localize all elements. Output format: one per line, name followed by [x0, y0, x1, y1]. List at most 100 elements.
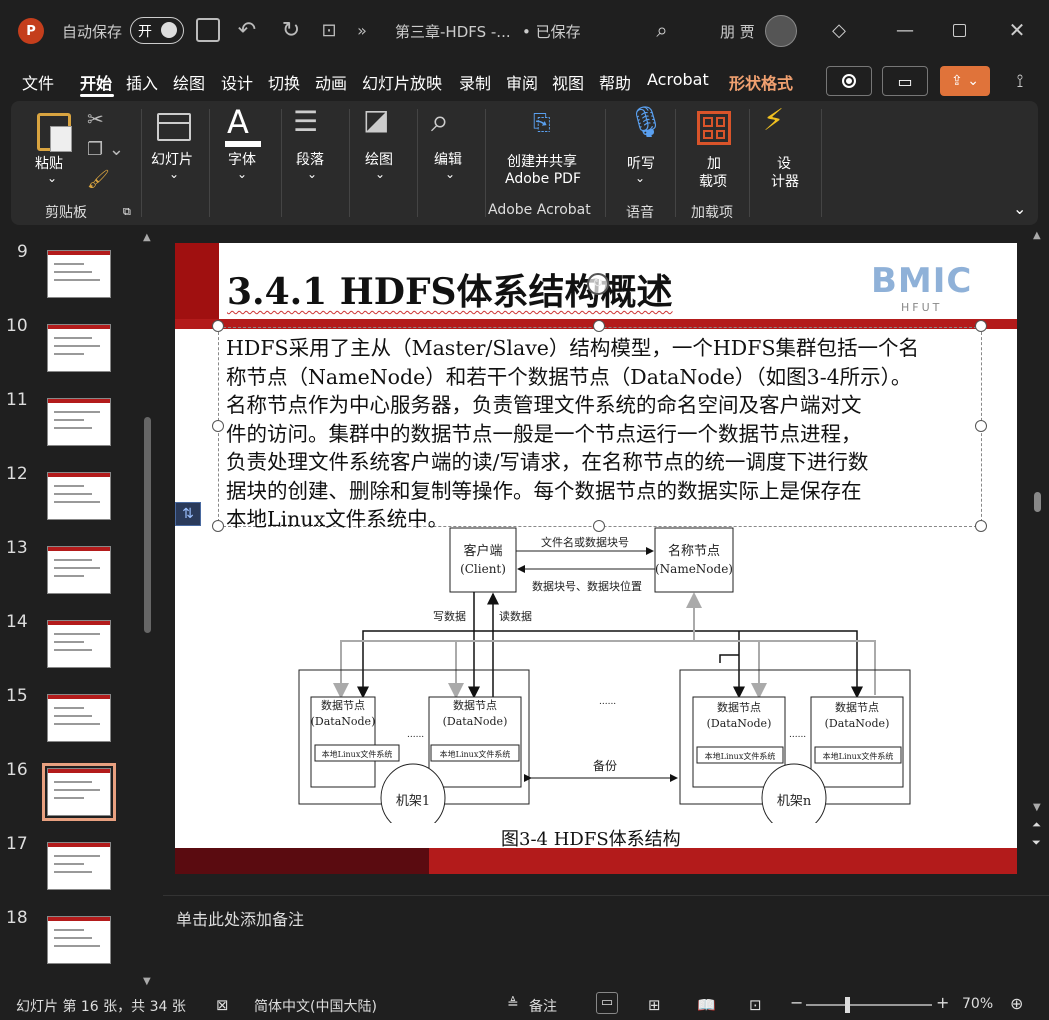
slide-thumbnail[interactable] [47, 546, 111, 594]
slide-scrollbar[interactable]: ▲ ▼ ⏶ ⏷ [1030, 230, 1046, 870]
create-share-label[interactable]: 创建并共享 [507, 151, 577, 171]
normal-view-icon[interactable]: ▭ [596, 992, 618, 1014]
tab-draw[interactable]: 绘图 [173, 70, 205, 94]
tab-transitions[interactable]: 切换 [268, 70, 300, 94]
slide-sorter-icon[interactable]: ⊞ [648, 996, 661, 1014]
scroll-up-icon[interactable]: ▲ [143, 232, 151, 243]
search-icon[interactable]: ⌕ [431, 101, 449, 140]
slide-thumbnail[interactable] [42, 763, 116, 821]
search-icon[interactable]: ⌕ [648, 16, 676, 44]
reading-view-icon[interactable]: 📖 [697, 996, 716, 1014]
document-title[interactable]: 第三章-HDFS -... [395, 21, 511, 42]
paste-icon[interactable] [37, 113, 72, 152]
avatar[interactable] [765, 15, 797, 47]
user-name[interactable]: 朋 贾 [720, 21, 755, 42]
slide-thumbnail[interactable] [47, 324, 111, 372]
addins-icon[interactable] [697, 111, 731, 145]
notes-pane[interactable]: 单击此处添加备注 [163, 895, 1049, 990]
close-icon[interactable]: ✕ [1000, 15, 1034, 45]
body-text[interactable]: HDFS采用了主从（Master/Slave）结构模型，一个HDFS集群包括一个… [226, 334, 986, 534]
microphone-icon[interactable]: 🎙 [627, 105, 665, 140]
record-button[interactable] [826, 66, 872, 96]
thumbnails-scrollbar[interactable]: ▲ ▼ [141, 232, 155, 990]
slides-label[interactable]: 幻灯片 [151, 149, 193, 169]
format-painter-icon[interactable]: 🖌 [87, 169, 110, 190]
slide-thumbnail[interactable] [47, 250, 111, 298]
present-icon[interactable]: ⊡ [314, 15, 344, 45]
drawing-dropdown-icon[interactable]: ⌄ [375, 167, 385, 181]
tab-file[interactable]: 文件 [22, 70, 54, 94]
resize-handle[interactable] [593, 320, 605, 332]
editing-label[interactable]: 编辑 [434, 149, 462, 169]
scroll-thumb[interactable] [144, 417, 151, 633]
drawing-icon[interactable]: ◪ [363, 103, 389, 136]
tab-home[interactable]: 开始 [80, 70, 112, 94]
designer-icon[interactable]: ⚡ [763, 103, 784, 138]
slide-thumbnail[interactable] [47, 916, 111, 964]
resize-handle[interactable] [975, 320, 987, 332]
zoom-out-icon[interactable]: − [790, 993, 803, 1012]
minimize-icon[interactable]: — [890, 17, 920, 43]
scroll-down-icon[interactable]: ▼ [1033, 802, 1041, 813]
tab-help[interactable]: 帮助 [599, 70, 631, 94]
copy-icon[interactable]: ❐ ⌄ [87, 139, 124, 160]
rotate-handle-icon[interactable]: ↻ [587, 273, 609, 295]
adobe-pdf-icon[interactable]: ⎘ [533, 111, 551, 136]
scroll-up-icon[interactable]: ▲ [1033, 230, 1041, 241]
cut-icon[interactable]: ✂ [87, 107, 104, 131]
save-icon[interactable] [196, 18, 220, 42]
undo-icon[interactable]: ↶ [232, 15, 262, 45]
zoom-slider-thumb[interactable] [845, 997, 850, 1013]
slide-thumbnail[interactable] [47, 620, 111, 668]
scroll-thumb[interactable] [1034, 492, 1041, 512]
notes-icon[interactable]: ≜ [507, 996, 519, 1012]
slide-canvas[interactable]: 3.4.1 HDFS体系结构概述 ↻ BMIC HFUT HDFS采用了主从（M… [175, 243, 1017, 874]
maximize-icon[interactable] [944, 17, 974, 43]
paragraph-dropdown-icon[interactable]: ⌄ [307, 167, 317, 181]
tab-view[interactable]: 视图 [552, 70, 584, 94]
font-icon[interactable]: A [227, 103, 249, 141]
fit-to-window-icon[interactable]: ⊕ [1010, 994, 1023, 1013]
scroll-down-icon[interactable]: ▼ [143, 976, 151, 987]
designer-label-2[interactable]: 计器 [771, 171, 799, 191]
language-indicator[interactable]: 简体中文(中国大陆) [254, 996, 377, 1016]
accessibility-icon[interactable]: ⊠ [216, 996, 229, 1014]
dictate-label[interactable]: 听写 [627, 153, 655, 173]
tab-insert[interactable]: 插入 [126, 70, 158, 94]
drawing-label[interactable]: 绘图 [365, 149, 393, 169]
tab-animations[interactable]: 动画 [315, 70, 347, 94]
tab-design[interactable]: 设计 [221, 70, 253, 94]
paragraph-icon[interactable]: ☰ [293, 105, 318, 138]
tab-record[interactable]: 录制 [459, 70, 491, 94]
tab-slideshow[interactable]: 幻灯片放映 [362, 70, 442, 94]
create-share-label-2[interactable]: Adobe PDF [505, 171, 581, 187]
premium-diamond-icon[interactable]: ◇ [826, 17, 852, 43]
slide-thumbnail[interactable] [47, 472, 111, 520]
dictate-dropdown-icon[interactable]: ⌄ [635, 171, 645, 185]
zoom-in-icon[interactable]: + [936, 993, 949, 1012]
font-label[interactable]: 字体 [228, 149, 256, 169]
slides-dropdown-icon[interactable]: ⌄ [169, 167, 179, 181]
addins-label-2[interactable]: 载项 [699, 171, 727, 191]
comments-button[interactable]: ▭ [882, 66, 928, 96]
paragraph-label[interactable]: 段落 [296, 149, 324, 169]
notes-button[interactable]: 备注 [529, 996, 557, 1016]
next-slide-icon[interactable]: ⏷ [1032, 836, 1041, 850]
paste-label[interactable]: 粘贴 [35, 153, 63, 173]
tab-acrobat[interactable]: Acrobat [647, 70, 709, 89]
tab-shape-format[interactable]: 形状格式 [729, 70, 793, 94]
font-dropdown-icon[interactable]: ⌄ [237, 167, 247, 181]
designer-label[interactable]: 设 [777, 153, 791, 173]
redo-icon[interactable]: ↻ [276, 15, 306, 45]
slide-thumbnail[interactable] [47, 694, 111, 742]
slideshow-icon[interactable]: ⊡ [749, 996, 762, 1014]
customize-qat-icon[interactable]: » [350, 15, 374, 45]
resize-handle[interactable] [212, 320, 224, 332]
layout-options-icon[interactable]: ⇅ [175, 502, 201, 526]
editing-dropdown-icon[interactable]: ⌄ [445, 167, 455, 181]
share-button[interactable]: ⇪ ⌄ [940, 66, 990, 96]
addins-label[interactable]: 加 [707, 153, 721, 173]
paste-dropdown-icon[interactable]: ⌄ [47, 171, 57, 185]
collapse-ribbon-icon[interactable]: ⌄ [1013, 199, 1026, 218]
zoom-level[interactable]: 70% [962, 996, 993, 1012]
